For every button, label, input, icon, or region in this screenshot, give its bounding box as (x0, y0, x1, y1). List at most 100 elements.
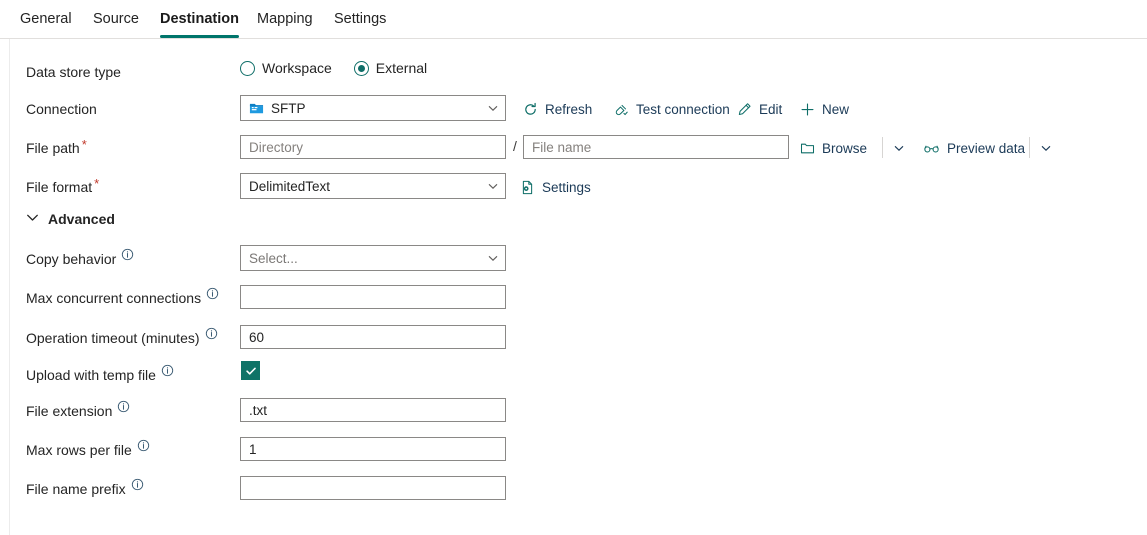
refresh-label: Refresh (545, 102, 592, 117)
copy-behavior-dropdown[interactable]: Select... (240, 245, 506, 271)
row-file-extension: File extension (10, 398, 1140, 426)
info-icon[interactable] (117, 398, 130, 418)
tab-selected-underline (160, 35, 239, 38)
row-max-concurrent-connections: Max concurrent connections (10, 285, 1140, 313)
row-file-path: File path* / Browse (10, 134, 1140, 162)
required-asterisk: * (94, 176, 99, 191)
info-icon[interactable] (161, 362, 174, 382)
tab-settings[interactable]: Settings (334, 0, 386, 38)
tab-mapping[interactable]: Mapping (257, 0, 313, 38)
chevron-down-icon (487, 180, 499, 192)
chevron-down-icon (487, 252, 499, 264)
file-name-prefix-input[interactable] (240, 476, 506, 500)
info-icon[interactable] (137, 437, 150, 457)
file-name-input[interactable] (523, 135, 789, 159)
upload-with-temp-file-label-text: Upload with temp file (26, 367, 156, 383)
tab-mapping-label: Mapping (257, 11, 313, 27)
info-icon[interactable] (121, 246, 134, 266)
data-store-type-radio-group: Workspace External (240, 60, 427, 76)
folder-icon (800, 141, 815, 156)
operation-timeout-label-text: Operation timeout (minutes) (26, 330, 200, 346)
path-separator: / (513, 138, 517, 154)
tab-destination[interactable]: Destination (160, 0, 239, 38)
preview-data-button[interactable]: Preview data (923, 136, 1025, 160)
browse-chevron-down-icon[interactable] (888, 137, 910, 159)
tab-general-label: General (20, 11, 72, 27)
max-concurrent-connections-label-text: Max concurrent connections (26, 290, 201, 306)
row-connection: Connection SFTP (10, 95, 1140, 123)
row-data-store-type: Data store type Workspace External (10, 60, 1140, 84)
file-path-label-text: File path (26, 140, 80, 156)
file-format-settings-label: Settings (542, 180, 591, 195)
max-concurrent-connections-input[interactable] (240, 285, 506, 309)
row-upload-with-temp-file: Upload with temp file (10, 361, 1140, 389)
upload-with-temp-file-label: Upload with temp file (26, 365, 174, 385)
row-copy-behavior: Copy behavior Select... (10, 245, 1140, 273)
radio-workspace[interactable]: Workspace (240, 60, 332, 76)
file-format-dropdown[interactable]: DelimitedText (240, 173, 506, 199)
chevron-down-icon (26, 211, 39, 227)
radio-external[interactable]: External (354, 60, 427, 76)
operation-timeout-input[interactable] (240, 325, 506, 349)
tab-source[interactable]: Source (93, 0, 139, 38)
edit-label: Edit (759, 102, 782, 117)
file-format-label: File format* (26, 177, 99, 197)
chevron-down-icon (487, 102, 499, 114)
info-icon[interactable] (131, 476, 144, 496)
connection-value: SFTP (271, 101, 487, 116)
row-operation-timeout: Operation timeout (minutes) (10, 325, 1140, 353)
connection-dropdown[interactable]: SFTP (240, 95, 506, 121)
browse-button[interactable]: Browse (800, 136, 867, 160)
destination-form-pane: Data store type Workspace External Conne… (9, 39, 1147, 535)
sftp-connector-icon (249, 101, 264, 116)
required-asterisk: * (82, 137, 87, 152)
edit-pencil-icon (737, 102, 752, 117)
tab-destination-label: Destination (160, 11, 239, 27)
refresh-button[interactable]: Refresh (523, 97, 592, 121)
new-label: New (822, 102, 849, 117)
file-extension-input[interactable] (240, 398, 506, 422)
directory-input[interactable] (240, 135, 506, 159)
copy-behavior-value: Select... (249, 251, 487, 266)
advanced-section-toggle[interactable]: Advanced (26, 211, 115, 227)
browse-label: Browse (822, 141, 867, 156)
tab-strip: General Source Destination Mapping Setti… (0, 0, 1147, 39)
info-icon[interactable] (205, 325, 218, 345)
tab-source-label: Source (93, 11, 139, 27)
refresh-icon (523, 102, 538, 117)
data-store-type-label: Data store type (26, 62, 121, 82)
tab-settings-label: Settings (334, 11, 386, 27)
advanced-section-label: Advanced (48, 211, 115, 227)
row-max-rows-per-file: Max rows per file (10, 437, 1140, 465)
file-extension-label-text: File extension (26, 403, 112, 419)
max-rows-per-file-input[interactable] (240, 437, 506, 461)
file-settings-icon (520, 180, 535, 195)
test-connection-icon (614, 102, 629, 117)
copy-behavior-label-text: Copy behavior (26, 251, 116, 267)
file-extension-label: File extension (26, 401, 130, 421)
copy-behavior-label: Copy behavior (26, 249, 134, 269)
edit-button[interactable]: Edit (737, 97, 782, 121)
radio-workspace-indicator (240, 61, 255, 76)
preview-data-label: Preview data (947, 141, 1025, 156)
file-format-settings-button[interactable]: Settings (520, 175, 591, 199)
plus-icon (800, 102, 815, 117)
test-connection-button[interactable]: Test connection (614, 97, 730, 121)
info-icon[interactable] (206, 285, 219, 305)
browse-divider (882, 137, 883, 158)
file-name-prefix-label-text: File name prefix (26, 481, 126, 497)
upload-with-temp-file-checkbox[interactable] (241, 361, 260, 380)
preview-chevron-down-icon[interactable] (1035, 137, 1057, 159)
file-format-label-text: File format (26, 179, 92, 195)
connection-label: Connection (26, 99, 97, 119)
checkmark-icon (245, 365, 257, 377)
radio-external-indicator (354, 61, 369, 76)
new-button[interactable]: New (800, 97, 849, 121)
max-rows-per-file-label-text: Max rows per file (26, 442, 132, 458)
row-file-format: File format* DelimitedText Settings (10, 173, 1140, 201)
file-path-label: File path* (26, 138, 87, 158)
radio-workspace-label: Workspace (262, 60, 332, 76)
tab-general[interactable]: General (20, 0, 72, 38)
radio-external-label: External (376, 60, 427, 76)
file-name-prefix-label: File name prefix (26, 479, 144, 499)
